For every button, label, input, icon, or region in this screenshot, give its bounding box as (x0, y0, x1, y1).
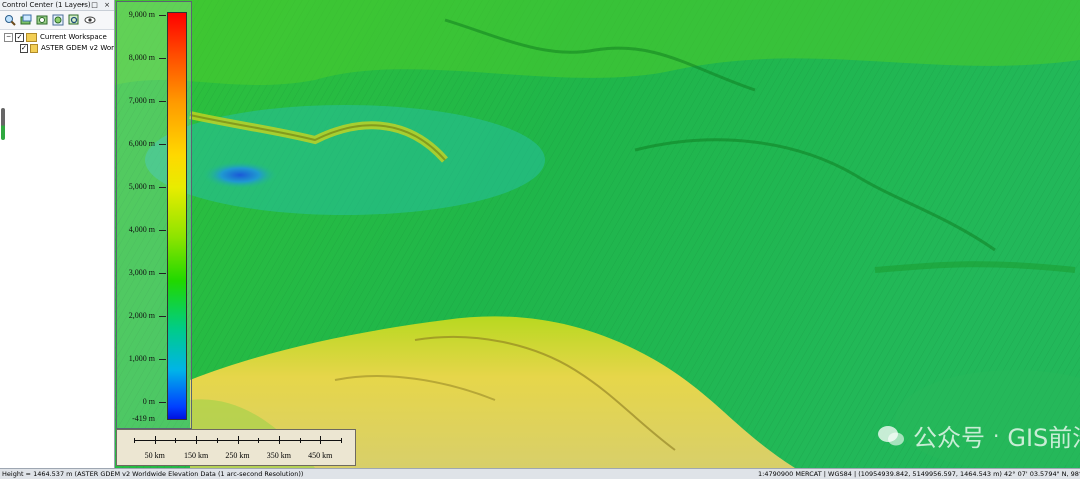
watermark-separator: · (993, 423, 1000, 448)
scale-tick (154, 436, 156, 444)
legend-tick (159, 230, 166, 231)
legend-tick (159, 359, 166, 360)
elevation-legend: 9,000 m 8,000 m 7,000 m 6,000 m 5,000 m 4,000… (116, 1, 192, 429)
remove-layer-icon[interactable] (35, 14, 48, 27)
scale-tick (216, 438, 218, 443)
legend-tick (159, 144, 166, 145)
tree-item-workspace[interactable]: − ✓ Current Workspace (0, 32, 114, 43)
watermark-text-a: 公众号 (913, 424, 985, 452)
watermark-wechat: 公众号 · GIS前沿 (877, 418, 1080, 453)
scale-tick (196, 436, 198, 444)
panel-toolbar (0, 11, 114, 30)
legend-tick (159, 187, 166, 188)
control-center-panel: Control Center (1 Layers) − □ × − ✓ Curr… (0, 0, 115, 468)
scale-tick (320, 436, 322, 444)
layer-tree: − ✓ Current Workspace ✓ ASTER GDEM v2 Wo… (0, 30, 114, 54)
zoom-to-layer-icon[interactable] (67, 14, 80, 27)
scale-tick (299, 438, 301, 443)
tree-item-label: Current Workspace (40, 33, 107, 41)
legend-label: -419 m (132, 414, 155, 423)
scale-tick (134, 438, 135, 443)
legend-label: 3,000 m (128, 268, 155, 277)
scale-bar: 50 km 150 km 250 km 350 km 450 km (116, 429, 356, 466)
scale-label: 450 km (308, 451, 333, 460)
legend-label: 4,000 m (128, 225, 155, 234)
elevation-map (115, 0, 1080, 468)
tree-item-layer[interactable]: ✓ ASTER GDEM v2 Wor (0, 43, 114, 54)
watermark-text-b: GIS前沿 (1007, 424, 1080, 452)
legend-label: 5,000 m (128, 182, 155, 191)
map-view[interactable]: 公众号 · GIS前沿 (115, 0, 1080, 468)
scale-label: 350 km (266, 451, 292, 460)
raster-layer-icon (29, 44, 38, 53)
panel-title: Control Center (1 Layers) (2, 1, 91, 9)
scale-tick (237, 436, 239, 444)
legend-label: 1,000 m (128, 354, 155, 363)
workspace-checkbox[interactable]: ✓ (15, 33, 24, 42)
legend-label: 8,000 m (128, 53, 155, 62)
legend-color-ramp (167, 12, 187, 420)
workspace-icon (26, 33, 37, 42)
zoom-in-icon[interactable] (3, 14, 16, 27)
legend-tick (159, 101, 166, 102)
layer-checkbox[interactable]: ✓ (20, 44, 28, 53)
wechat-icon (878, 425, 904, 445)
panel-titlebar: Control Center (1 Layers) − □ × (0, 0, 114, 11)
scale-tick (258, 438, 260, 443)
legend-label: 6,000 m (128, 139, 155, 148)
tree-item-label: ASTER GDEM v2 Wor (40, 44, 114, 52)
scale-tick (175, 438, 177, 443)
legend-tick (159, 316, 166, 317)
scale-tick (341, 438, 342, 443)
add-layer-icon[interactable] (19, 14, 32, 27)
scale-label: 250 km (225, 451, 250, 460)
legend-label: 9,000 m (128, 10, 155, 19)
visibility-icon[interactable] (83, 14, 96, 27)
legend-tick (159, 15, 166, 16)
legend-label: 0 m (142, 397, 155, 406)
scale-label: 50 km (144, 451, 165, 460)
legend-tick (159, 58, 166, 59)
brand-logo-icon (7, 449, 25, 468)
status-bar: Height = 1464.537 m (ASTER GDEM v2 World… (0, 468, 1080, 479)
legend-tick (159, 273, 166, 274)
scale-label: 150 km (183, 451, 209, 460)
panel-splitter-handle[interactable] (1, 108, 5, 140)
layer-properties-icon[interactable] (51, 14, 64, 27)
collapse-icon[interactable]: − (4, 33, 13, 42)
panel-window-controls[interactable]: − □ × (79, 0, 112, 10)
legend-label: 2,000 m (128, 311, 155, 320)
legend-label: 7,000 m (128, 96, 155, 105)
legend-tick (159, 402, 166, 403)
scale-tick (278, 436, 280, 444)
